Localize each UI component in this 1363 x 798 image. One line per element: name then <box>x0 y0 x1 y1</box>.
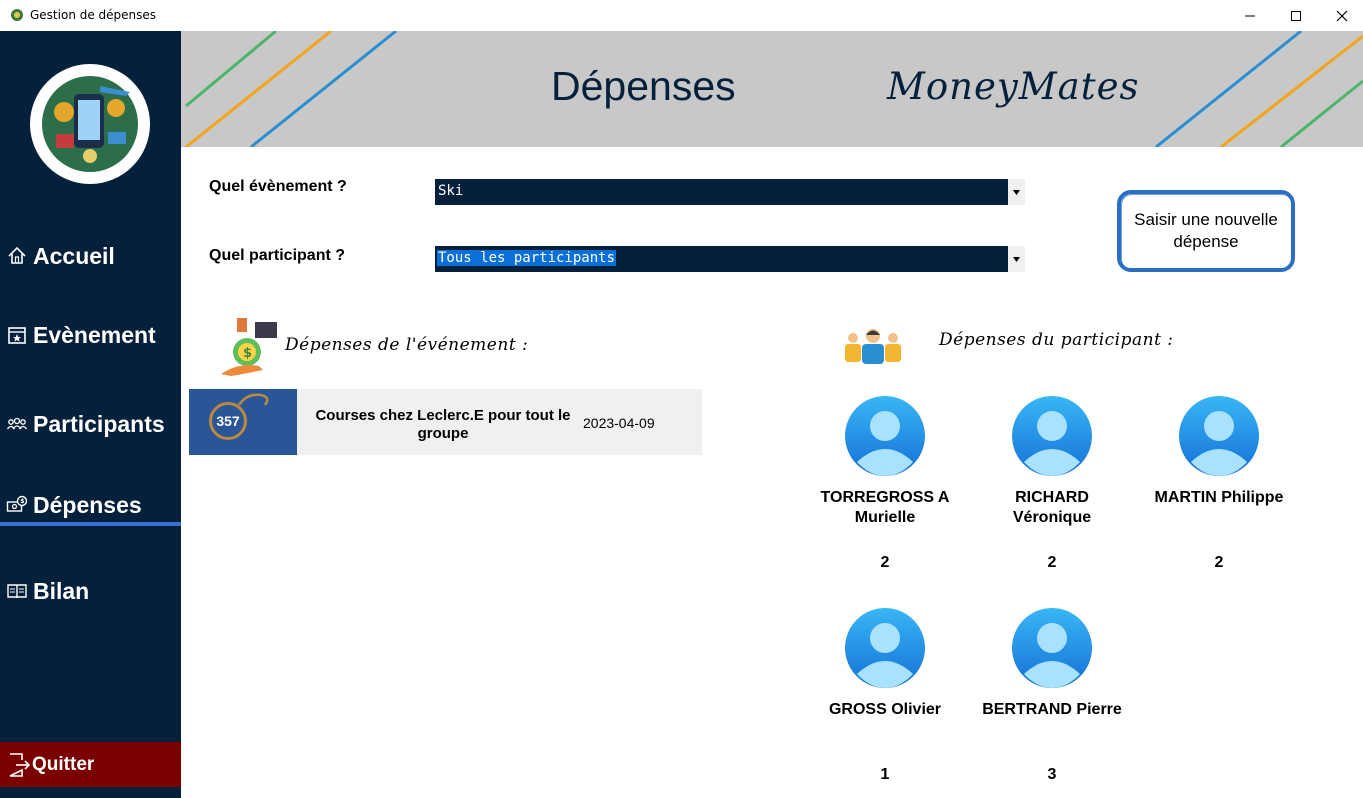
app-logo <box>30 64 150 184</box>
participant-expense-count: 3 <box>1047 766 1057 783</box>
event-select[interactable]: Ski <box>435 179 1025 205</box>
expense-description: Courses chez Leclerc.E pour tout le grou… <box>315 407 571 442</box>
window-title: Gestion de dépenses <box>30 8 157 22</box>
participant-card[interactable]: TORREGROSS A Murielle 2 <box>815 396 955 586</box>
participant-card[interactable]: RICHARD Véronique 2 <box>982 396 1122 586</box>
sidebar-item-label: Participants <box>33 410 165 437</box>
group-icon <box>6 413 28 435</box>
brand-name: MoneyMates <box>887 65 1140 108</box>
event-select-value: Ski <box>438 183 464 199</box>
money-icon: $ <box>6 494 28 516</box>
page-title: Dépenses <box>551 63 736 109</box>
coin-swirl-icon <box>237 393 269 406</box>
calendar-star-icon <box>6 324 28 346</box>
sidebar-item-accueil[interactable]: Accueil <box>0 234 181 278</box>
active-indicator <box>0 522 181 526</box>
chevron-down-icon[interactable] <box>1008 179 1025 205</box>
maximize-icon <box>1291 10 1301 21</box>
sidebar-item-evenement[interactable]: Evènement <box>0 313 181 357</box>
sidebar-item-depenses[interactable]: $ Dépenses <box>0 483 181 527</box>
svg-text:$: $ <box>243 346 252 361</box>
participant-card[interactable]: BERTRAND Pierre 3 <box>982 608 1122 798</box>
minimize-icon <box>1245 15 1255 16</box>
home-icon <box>6 245 28 267</box>
participant-expense-count: 2 <box>880 554 890 571</box>
event-label: Quel évènement ? <box>209 178 347 195</box>
sidebar-item-label: Accueil <box>33 242 115 269</box>
quit-button[interactable]: Quitter <box>0 742 181 787</box>
new-expense-button[interactable]: Saisir une nouvelle dépense <box>1117 190 1295 272</box>
money-hand-icon: $ <box>219 316 279 376</box>
sidebar-item-label: Evènement <box>33 321 156 348</box>
sidebar-item-participants[interactable]: Participants <box>0 402 181 446</box>
expense-item[interactable]: 357 Courses chez Leclerc.E pour tout le … <box>189 389 702 455</box>
event-expenses-title: Dépenses de l'événement : <box>285 335 529 355</box>
exit-icon <box>6 752 31 778</box>
close-icon <box>1336 10 1348 21</box>
chevron-down-icon[interactable] <box>1008 246 1025 272</box>
participant-select-value: Tous les participants <box>437 250 617 266</box>
svg-text:$: $ <box>20 498 24 505</box>
participant-name: GROSS Olivier <box>828 701 942 718</box>
participant-card[interactable]: GROSS Olivier 1 <box>815 608 955 798</box>
participant-select[interactable]: Tous les participants <box>435 246 1025 272</box>
expense-date: 2023-04-09 <box>583 415 655 431</box>
participant-name: MARTIN Philippe <box>1154 489 1284 506</box>
sidebar-item-bilan[interactable]: Bilan <box>0 569 181 613</box>
participant-name: BERTRAND Pierre <box>982 701 1122 718</box>
new-expense-button-label: Saisir une nouvelle dépense <box>1134 210 1278 251</box>
close-button[interactable] <box>1319 0 1363 31</box>
sidebar-item-label: Bilan <box>33 577 90 604</box>
sidebar-item-label: Dépenses <box>33 491 142 518</box>
header-banner: Dépenses MoneyMates <box>181 31 1363 147</box>
participant-label: Quel participant ? <box>209 247 346 264</box>
avatar-icon <box>845 608 925 688</box>
quit-label: Quitter <box>32 753 95 775</box>
minimize-button[interactable] <box>1227 0 1273 31</box>
banner-decoration <box>185 31 1363 147</box>
participant-expense-count: 1 <box>880 766 890 783</box>
participants-group-icon <box>841 326 905 364</box>
participant-expense-count: 2 <box>1047 554 1057 571</box>
avatar-icon <box>1179 396 1259 476</box>
participant-expense-count: 2 <box>1214 554 1224 571</box>
app-icon <box>10 8 24 22</box>
title-bar: Gestion de dépenses <box>0 0 1363 31</box>
participant-name: RICHARD Véronique <box>1012 489 1092 526</box>
participant-name: TORREGROSS A Murielle <box>820 489 950 526</box>
participant-card[interactable]: MARTIN Philippe 2 <box>1149 396 1289 586</box>
maximize-button[interactable] <box>1273 0 1319 31</box>
avatar-icon <box>845 396 925 476</box>
book-icon <box>6 580 28 602</box>
participant-expenses-title: Dépenses du participant : <box>939 330 1174 350</box>
avatar-icon <box>1012 396 1092 476</box>
expense-amount-box: 357 <box>189 389 297 455</box>
sidebar: Accueil Evènement Participants $ Dépense… <box>0 31 181 798</box>
avatar-icon <box>1012 608 1092 688</box>
